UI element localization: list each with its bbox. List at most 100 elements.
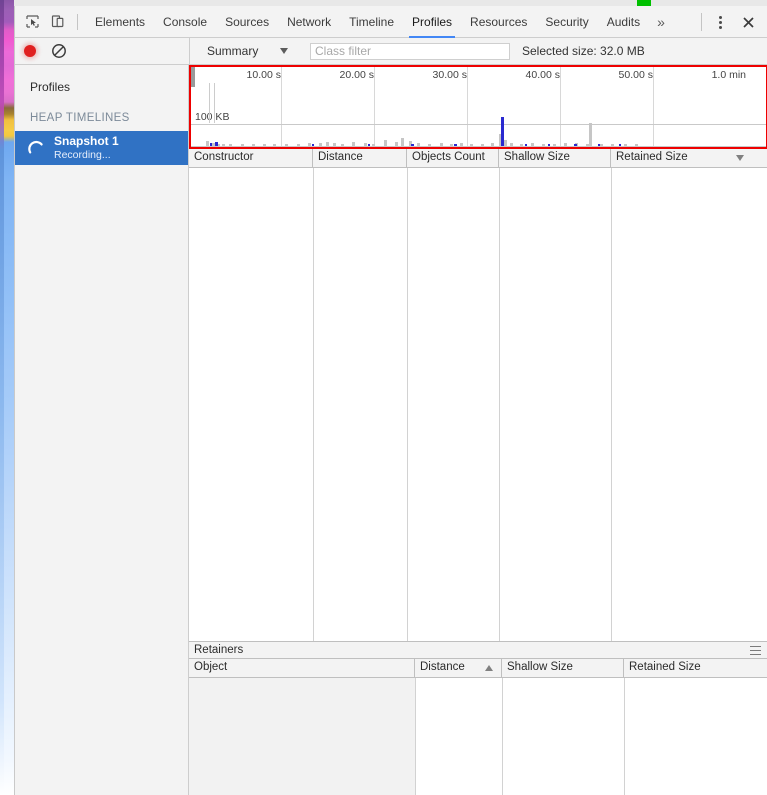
hamburger-icon[interactable] [750, 646, 761, 658]
more-tabs-icon[interactable]: » [649, 6, 673, 38]
timeline-bar [206, 141, 209, 146]
close-icon[interactable] [732, 9, 764, 35]
clear-icon[interactable] [51, 43, 67, 59]
column-header-distance[interactable]: Distance [313, 149, 407, 167]
inspect-cursor-icon[interactable] [19, 9, 45, 35]
timeline-bar [520, 144, 523, 146]
timeline-bar [440, 143, 443, 146]
tab-elements[interactable]: Elements [86, 6, 154, 38]
heap-grid-header: ConstructorDistanceObjects Count Shallow … [189, 149, 767, 168]
tab-console-label: Console [163, 15, 207, 29]
retainers-grid-header: Object DistanceShallow SizeRetained Size [189, 659, 767, 678]
column-header-retained-size[interactable]: Retained Size [611, 149, 752, 167]
retainers-column-header-distance[interactable]: Distance [415, 659, 502, 677]
timeline-gridline [281, 67, 282, 147]
record-button-icon[interactable] [24, 45, 36, 57]
timeline-bar [525, 144, 528, 146]
timeline-bar [285, 144, 288, 146]
timeline-bar [252, 144, 255, 146]
timeline-bar [510, 143, 513, 146]
timeline-bar [491, 143, 494, 146]
tab-audits[interactable]: Audits [598, 6, 649, 38]
timeline-bar [368, 144, 371, 146]
timeline-bar [454, 144, 457, 146]
sort-desc-icon [736, 155, 744, 161]
tab-sources[interactable]: Sources [216, 6, 278, 38]
timeline-bar [428, 144, 431, 146]
selected-size-label: Selected size: 32.0 MB [522, 44, 645, 58]
tab-network[interactable]: Network [278, 6, 340, 38]
timeline-bar [542, 144, 545, 147]
timeline-bar [548, 144, 551, 146]
tab-profiles[interactable]: Profiles [403, 6, 461, 38]
retainers-grid-body[interactable] [189, 678, 767, 795]
timeline-bar [319, 143, 322, 146]
timeline-bar [470, 144, 473, 146]
timeline-bar [352, 142, 355, 146]
retainers-panel: Retainers Object DistanceShallow SizeReta… [189, 641, 767, 795]
device-toolbar-icon[interactable] [45, 9, 71, 35]
retainers-column-header-retained-size[interactable]: Retained Size [624, 659, 752, 677]
profiles-sidebar: Profiles HEAP TIMELINES Snapshot 1 Recor… [15, 65, 189, 795]
timeline-bar [372, 144, 375, 146]
more-tabs-label: » [657, 14, 665, 30]
column-header-objects-count[interactable]: Objects Count [407, 149, 499, 167]
retainers-title-label: Retainers [194, 644, 243, 656]
sidebar-item-texts: Snapshot 1 Recording... [54, 135, 119, 161]
view-mode-select[interactable]: Summary [207, 44, 288, 58]
timeline-marker-line [214, 83, 215, 123]
heap-grid-body[interactable] [189, 168, 767, 643]
tab-network-label: Network [287, 15, 331, 29]
timeline-baseline [191, 146, 766, 147]
timeline-bar [635, 144, 638, 146]
class-filter-input[interactable] [310, 43, 510, 60]
column-divider [611, 168, 612, 643]
timeline-axis-tick-label: 10.00 s [247, 69, 281, 81]
heap-timeline-canvas[interactable]: 10.00 s20.00 s30.00 s40.00 s50.00 s1.0 m… [191, 67, 766, 147]
timeline-gridline [374, 67, 375, 147]
tab-timeline[interactable]: Timeline [340, 6, 403, 38]
column-divider [313, 168, 314, 643]
timeline-bar [589, 123, 592, 146]
timeline-bar [326, 142, 329, 146]
timeline-bar [460, 143, 463, 146]
heap-timeline-overview[interactable]: 10.00 s20.00 s30.00 s40.00 s50.00 s1.0 m… [189, 65, 767, 149]
timeline-bar [600, 144, 603, 147]
timeline-bar [364, 143, 367, 146]
sidebar-item-snapshot-1[interactable]: Snapshot 1 Recording... [15, 131, 188, 165]
timeline-bar [619, 144, 622, 146]
column-header-shallow-size[interactable]: Shallow Size [499, 149, 611, 167]
tab-profiles-label: Profiles [412, 15, 452, 29]
kebab-menu-icon[interactable] [708, 9, 732, 35]
screenshot-root: Elements Console Sources Network Timelin… [0, 0, 767, 795]
tab-console[interactable]: Console [154, 6, 216, 38]
timeline-bar [624, 144, 627, 146]
timeline-bar [263, 144, 266, 146]
timeline-bar [574, 144, 577, 146]
tab-security[interactable]: Security [536, 6, 597, 38]
sidebar-group-heap-timelines: HEAP TIMELINES [15, 102, 188, 131]
tab-resources[interactable]: Resources [461, 6, 536, 38]
timeline-bar [297, 144, 300, 146]
spinner-icon [27, 139, 45, 157]
column-header-label: Object [194, 661, 227, 673]
tab-sources-label: Sources [225, 15, 269, 29]
chevron-down-icon [280, 48, 288, 54]
sidebar-item-status: Recording... [54, 149, 119, 161]
column-header-label: Shallow Size [504, 151, 570, 163]
timeline-bar [215, 142, 218, 146]
retainers-column-header-object[interactable]: Object [189, 659, 415, 677]
sidebar-header-profiles[interactable]: Profiles [15, 72, 188, 102]
sidebar-item-title: Snapshot 1 [54, 135, 119, 149]
column-header-constructor[interactable]: Constructor [189, 149, 313, 167]
retainers-column-header-shallow-size[interactable]: Shallow Size [502, 659, 624, 677]
sort-asc-icon [485, 665, 493, 671]
timeline-bar [481, 144, 484, 147]
column-divider [407, 168, 408, 643]
timeline-scroll-handle[interactable] [191, 67, 195, 87]
retainers-cells-background [415, 678, 767, 795]
devtools-window: Elements Console Sources Network Timelin… [14, 6, 767, 795]
timeline-bar [229, 144, 232, 146]
timeline-bar [273, 144, 276, 147]
timeline-axis-tick-label: 30.00 s [433, 69, 467, 81]
